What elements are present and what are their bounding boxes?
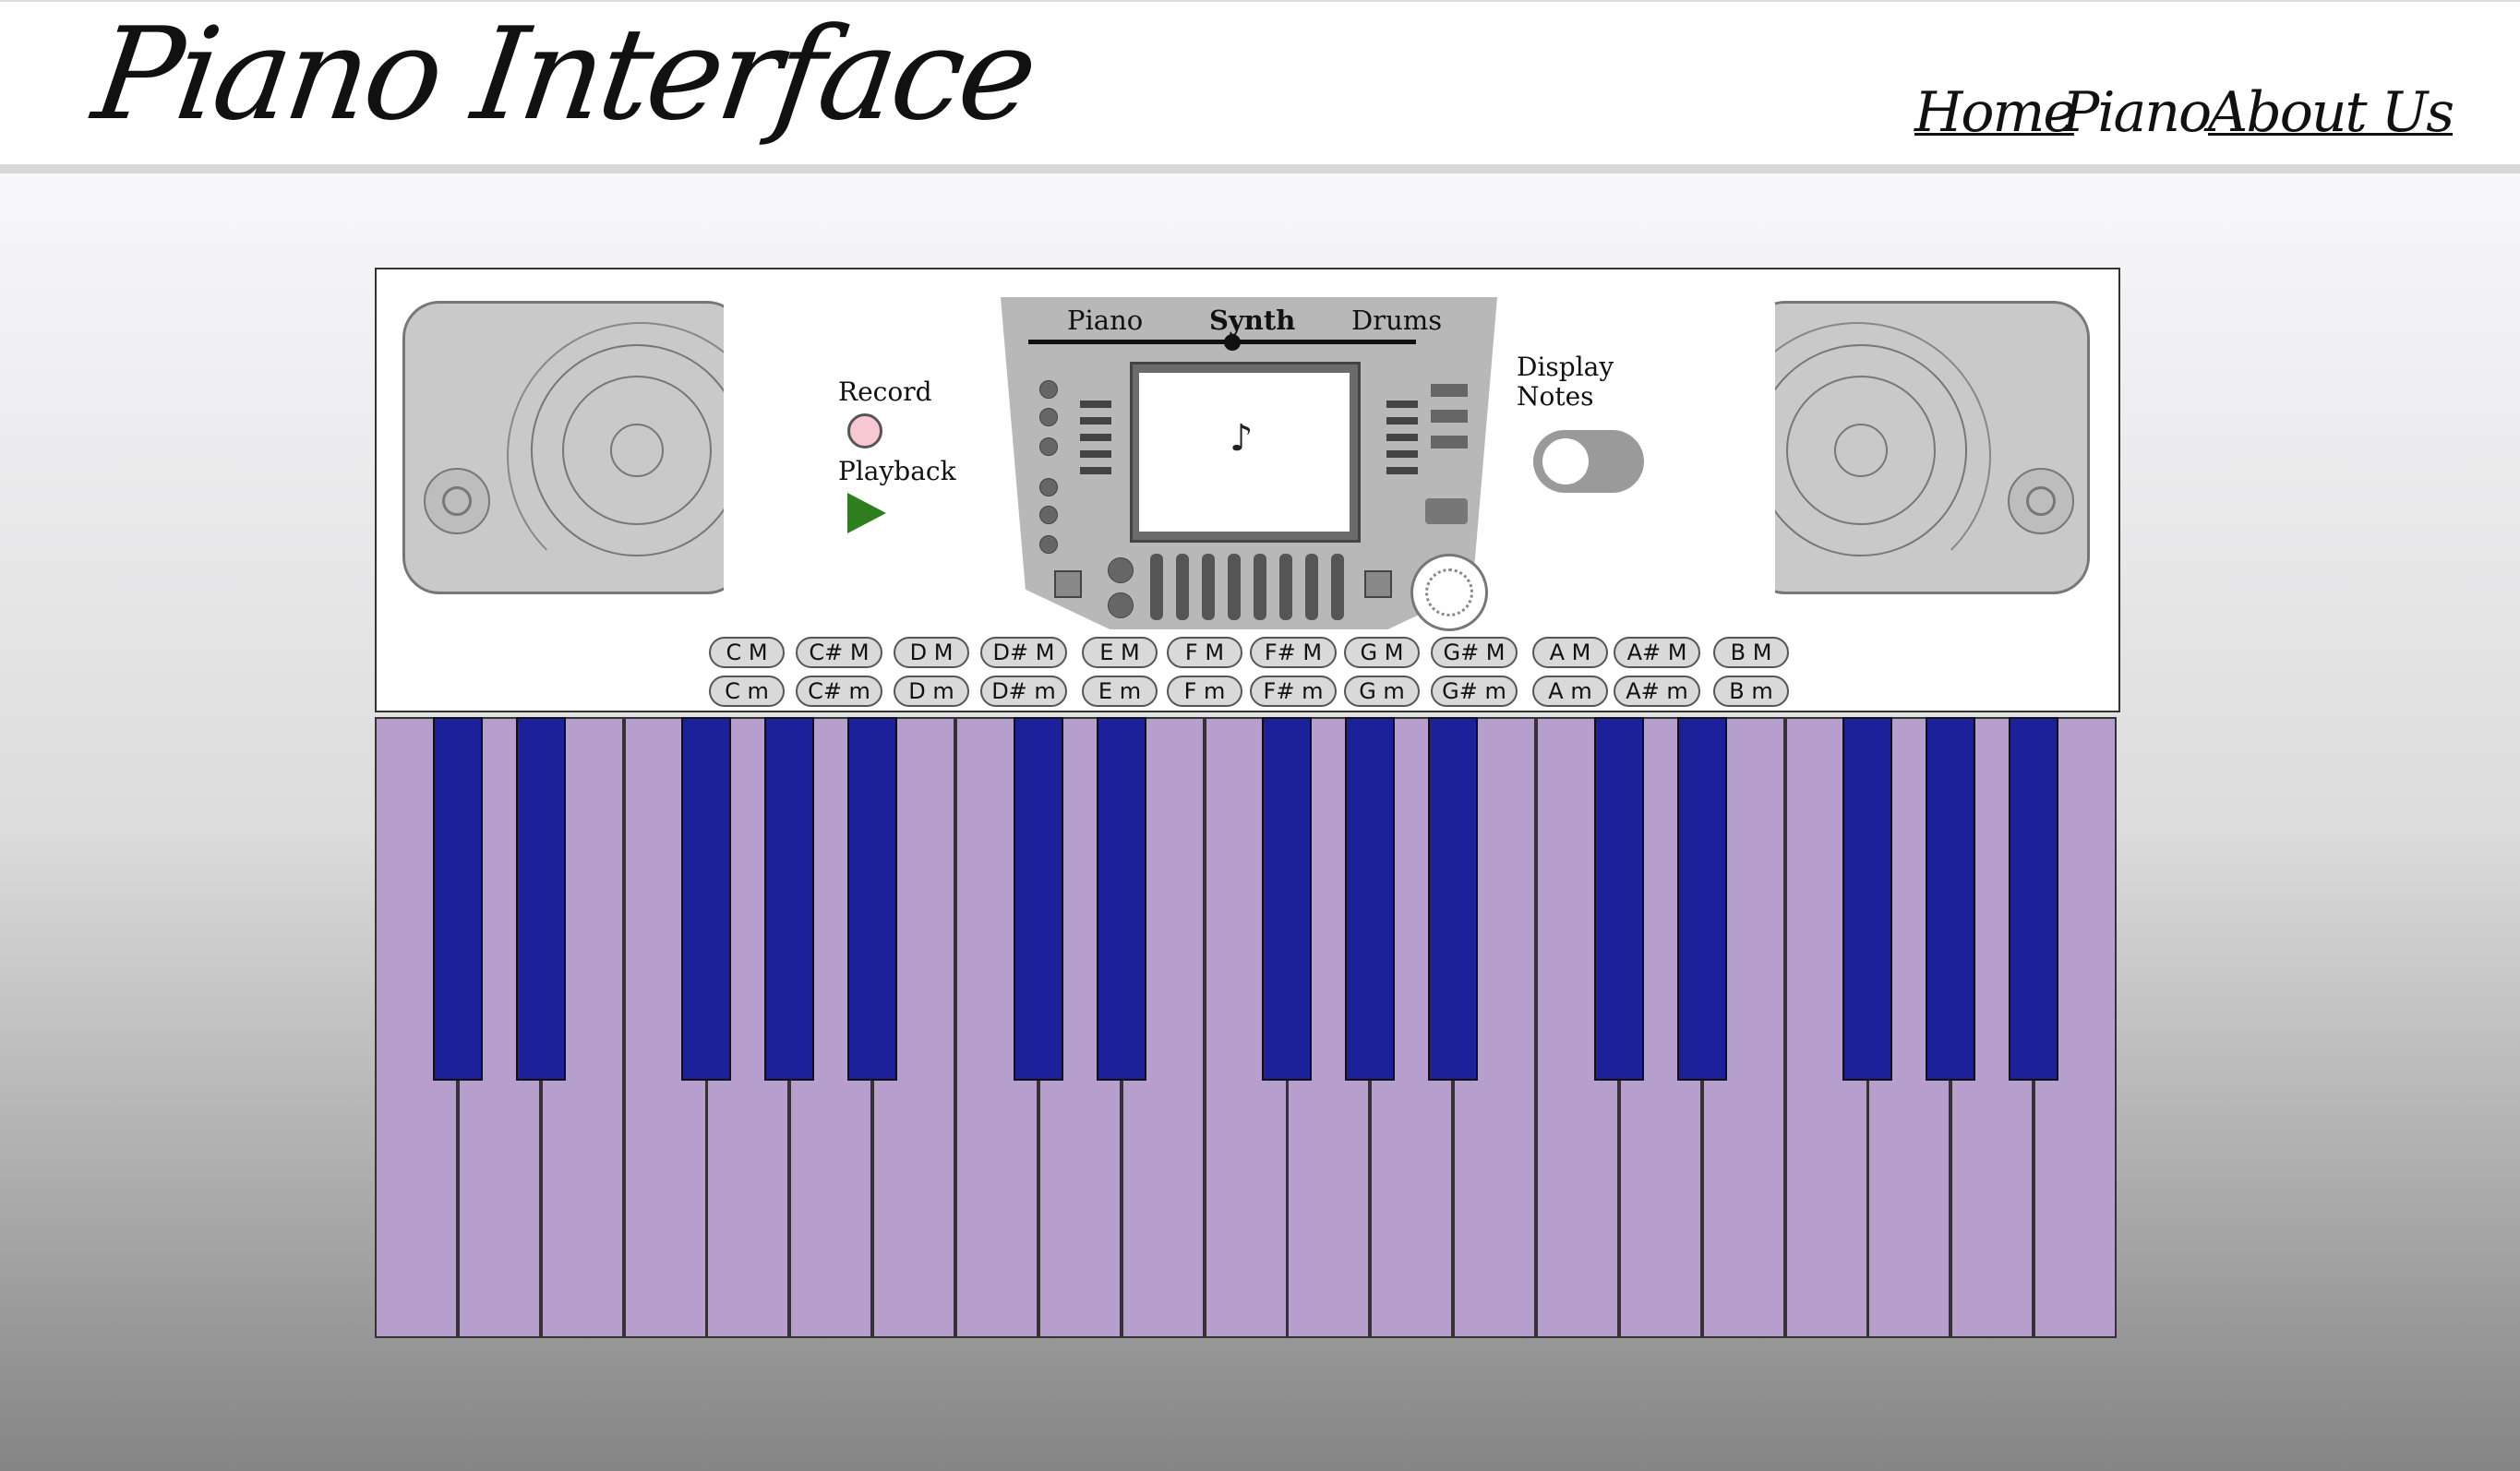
- record-section: Record Playback: [724, 303, 1001, 594]
- black-key[interactable]: [1842, 717, 1892, 1081]
- black-key[interactable]: [764, 717, 814, 1081]
- chord-button-minor[interactable]: D m: [894, 676, 969, 707]
- console-slider-icon: [1080, 401, 1111, 408]
- black-key[interactable]: [1014, 717, 1063, 1081]
- chord-button-major[interactable]: A# M: [1614, 637, 1700, 668]
- chord-button-major[interactable]: C# M: [796, 637, 882, 668]
- fader-icon: [1202, 554, 1215, 620]
- chord-button-minor[interactable]: A# m: [1614, 676, 1700, 707]
- console-knob-icon: [1108, 557, 1134, 583]
- mode-piano[interactable]: Piano: [1067, 305, 1143, 336]
- right-speaker-icon: [1748, 301, 2090, 594]
- record-button[interactable]: [847, 413, 882, 448]
- fader-icon: [1228, 554, 1241, 620]
- fader-icon: [1279, 554, 1292, 620]
- playback-label: Playback: [838, 456, 956, 486]
- console-slider-icon: [1386, 417, 1418, 425]
- chord-button-major[interactable]: B M: [1713, 637, 1789, 668]
- black-key[interactable]: [1345, 717, 1395, 1081]
- chord-button-major[interactable]: D M: [894, 637, 969, 668]
- chord-button-minor[interactable]: B m: [1713, 676, 1789, 707]
- console-knob-icon: [1108, 592, 1134, 618]
- console-button-icon: [1431, 436, 1468, 448]
- chord-button-minor[interactable]: F# m: [1250, 676, 1337, 707]
- console-button-icon: [1425, 498, 1468, 524]
- chord-button-major[interactable]: C M: [709, 637, 785, 668]
- console-slider-icon: [1386, 401, 1418, 408]
- black-key[interactable]: [433, 717, 483, 1081]
- black-key[interactable]: [1262, 717, 1312, 1081]
- chord-button-minor[interactable]: C# m: [796, 676, 882, 707]
- chord-button-major[interactable]: F# M: [1250, 637, 1337, 668]
- console-slider-icon: [1386, 467, 1418, 474]
- toggle-knob: [1542, 438, 1589, 484]
- chord-button-major[interactable]: G M: [1344, 637, 1420, 668]
- black-key[interactable]: [516, 717, 566, 1081]
- chord-button-major[interactable]: G# M: [1431, 637, 1518, 668]
- display-notes-section: Display Notes: [1498, 303, 1775, 594]
- mode-drums[interactable]: Drums: [1351, 305, 1442, 336]
- control-panel: Record Playback Display Notes Piano Synt…: [375, 268, 2120, 712]
- black-key[interactable]: [681, 717, 731, 1081]
- console-button-icon: [1431, 410, 1468, 423]
- site-header: Piano Interface Home Piano About Us: [0, 0, 2520, 168]
- console-square-icon: [1054, 570, 1082, 598]
- chord-button-minor[interactable]: G m: [1344, 676, 1420, 707]
- console-dot-icon: [1039, 437, 1058, 456]
- black-key[interactable]: [1594, 717, 1644, 1081]
- chord-button-minor[interactable]: G# m: [1431, 676, 1518, 707]
- console-slider-icon: [1386, 450, 1418, 458]
- console-dot-icon: [1039, 380, 1058, 399]
- black-key[interactable]: [1097, 717, 1146, 1081]
- header-divider: [0, 164, 2520, 173]
- chord-button-minor[interactable]: C m: [709, 676, 785, 707]
- black-key[interactable]: [1677, 717, 1727, 1081]
- nav-home-link[interactable]: Home: [1914, 85, 2076, 140]
- record-label: Record: [838, 377, 932, 407]
- fader-icon: [1150, 554, 1163, 620]
- chord-button-major[interactable]: A M: [1532, 637, 1608, 668]
- mode-selector-rail[interactable]: [1028, 340, 1416, 344]
- left-speaker-icon: [402, 301, 744, 594]
- keyboard-instrument: Record Playback Display Notes Piano Synt…: [375, 268, 2120, 1340]
- chord-button-minor[interactable]: D# m: [980, 676, 1067, 707]
- fader-icon: [1331, 554, 1344, 620]
- console-dot-icon: [1039, 535, 1058, 554]
- chord-button-major[interactable]: F M: [1167, 637, 1242, 668]
- console-slider-icon: [1080, 434, 1111, 441]
- fader-icon: [1176, 554, 1189, 620]
- console-button-icon: [1431, 384, 1468, 397]
- console-dot-icon: [1039, 506, 1058, 524]
- nav-piano-link[interactable]: Piano: [2062, 85, 2212, 140]
- display-notes-label-line2: Notes: [1517, 381, 1594, 412]
- chord-button-minor[interactable]: A m: [1532, 676, 1608, 707]
- console-slider-icon: [1080, 417, 1111, 425]
- mode-selector-dot[interactable]: [1224, 334, 1241, 351]
- chord-button-minor[interactable]: F m: [1167, 676, 1242, 707]
- black-key[interactable]: [2009, 717, 2058, 1081]
- display-notes-label-line1: Display: [1517, 352, 1614, 382]
- console-square-icon: [1364, 570, 1392, 598]
- dial-inner-icon: [1425, 568, 1473, 616]
- mode-synth[interactable]: Synth: [1209, 305, 1295, 336]
- fader-icon: [1254, 554, 1266, 620]
- black-key[interactable]: [1428, 717, 1478, 1081]
- console-slider-icon: [1080, 467, 1111, 474]
- display-notes-label: Display Notes: [1517, 353, 1614, 412]
- site-title: Piano Interface: [85, 0, 1043, 149]
- console-slider-icon: [1080, 450, 1111, 458]
- play-icon[interactable]: [847, 493, 886, 533]
- console-dot-icon: [1039, 408, 1058, 426]
- chord-button-major[interactable]: E M: [1082, 637, 1158, 668]
- console-dot-icon: [1039, 478, 1058, 496]
- nav-about-link[interactable]: About Us: [2208, 85, 2454, 140]
- chord-button-major[interactable]: D# M: [980, 637, 1067, 668]
- fader-icon: [1305, 554, 1318, 620]
- chord-button-minor[interactable]: E m: [1082, 676, 1158, 707]
- console-slider-icon: [1386, 434, 1418, 441]
- music-note-icon: ♪: [1230, 417, 1254, 460]
- black-key[interactable]: [1926, 717, 1975, 1081]
- display-notes-toggle[interactable]: [1533, 430, 1644, 493]
- black-key[interactable]: [847, 717, 897, 1081]
